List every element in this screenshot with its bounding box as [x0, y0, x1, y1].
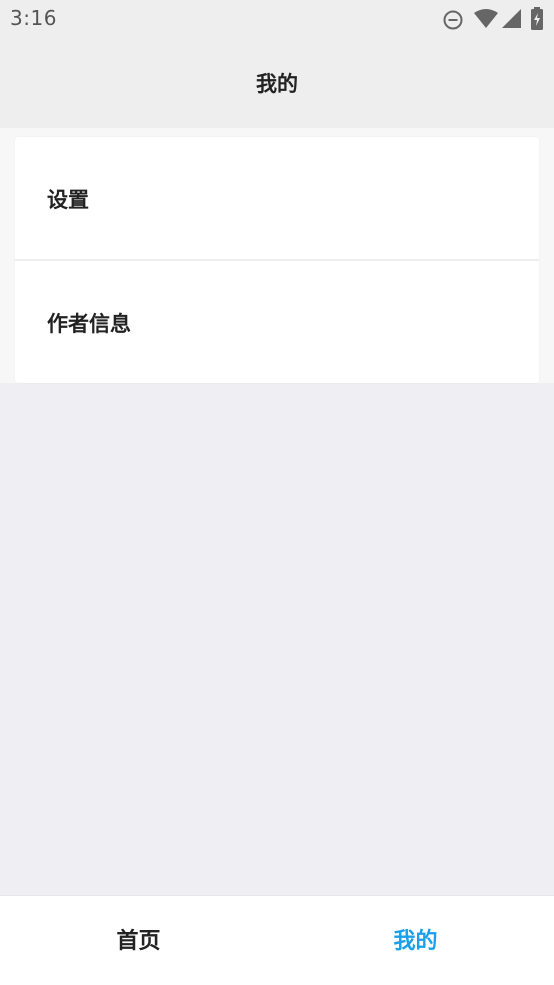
menu-item-author-info[interactable]: 作者信息 [15, 261, 539, 383]
status-time: 3:16 [10, 6, 57, 30]
status-bar: 3:16 [0, 0, 554, 40]
battery-charging-icon [531, 7, 543, 30]
wifi-icon [474, 9, 498, 28]
tab-home[interactable]: 首页 [0, 896, 277, 985]
app-screen: 3:16 我的 设置 作者信息 首页 我的 [0, 0, 554, 985]
menu-item-label: 设置 [47, 188, 89, 212]
menu-item-label: 作者信息 [47, 312, 131, 336]
do-not-disturb-icon [443, 10, 463, 30]
menu-item-settings[interactable]: 设置 [15, 137, 539, 259]
bottom-nav: 首页 我的 [0, 895, 554, 985]
tab-mine[interactable]: 我的 [277, 896, 554, 985]
signal-icon [502, 9, 521, 28]
menu-card: 设置 作者信息 [15, 137, 539, 383]
app-header: 我的 [0, 40, 554, 128]
page-title: 我的 [256, 72, 298, 96]
